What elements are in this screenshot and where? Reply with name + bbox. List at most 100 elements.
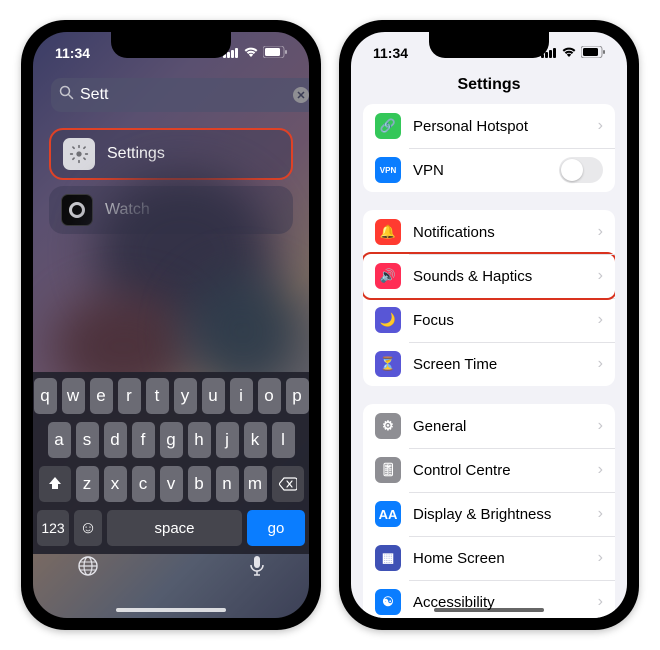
chevron-right-icon: › [598,267,603,285]
chevron-right-icon: › [598,593,603,611]
chevron-right-icon: › [598,117,603,135]
chevron-right-icon: › [598,549,603,567]
space-key[interactable]: space [107,510,242,546]
settings-cell-vpn[interactable]: VPN VPN [363,148,615,192]
settings-group: ⚙General›🎚Control Centre›AADisplay & Bri… [363,404,615,618]
key-v[interactable]: v [160,466,183,502]
key-b[interactable]: b [188,466,211,502]
shift-key[interactable] [39,466,71,502]
key-e[interactable]: e [90,378,113,414]
settings-cell-personal-hotspot[interactable]: 🔗 Personal Hotspot› [363,104,615,148]
search-input[interactable] [80,86,287,104]
chevron-right-icon: › [598,355,603,373]
key-h[interactable]: h [188,422,211,458]
search-icon [59,85,74,105]
notch [429,32,549,58]
numeric-key[interactable]: 123 [37,510,69,546]
key-j[interactable]: j [216,422,239,458]
key-g[interactable]: g [160,422,183,458]
settings-cell-display-brightness[interactable]: AADisplay & Brightness› [363,492,615,536]
settings-app-icon [63,138,95,170]
toggle-switch[interactable] [559,157,603,183]
clear-icon[interactable]: ✕ [293,87,309,103]
key-q[interactable]: q [34,378,57,414]
key-o[interactable]: o [258,378,281,414]
search-result-label: Settings [107,145,165,163]
cell-icon: 🔗 [375,113,401,139]
cell-label: VPN [413,162,559,179]
key-n[interactable]: n [216,466,239,502]
settings-cell-focus[interactable]: 🌙 Focus› [363,298,615,342]
key-p[interactable]: p [286,378,309,414]
search-box[interactable]: ✕ [51,78,309,112]
key-l[interactable]: l [272,422,295,458]
page-title: Settings [351,72,627,104]
key-f[interactable]: f [132,422,155,458]
settings-list[interactable]: 🔗Personal Hotspot›VPNVPN🔔Notifications›🔊… [351,104,627,618]
key-i[interactable]: i [230,378,253,414]
key-z[interactable]: z [76,466,99,502]
cell-icon: AA [375,501,401,527]
cell-label: Home Screen [413,550,598,567]
settings-cell-general[interactable]: ⚙General› [363,404,615,448]
cell-label: Sounds & Haptics [413,268,598,285]
settings-group: 🔗 Personal Hotspot› VPN VPN [363,104,615,192]
key-s[interactable]: s [76,422,99,458]
globe-icon[interactable] [77,555,99,582]
go-key[interactable]: go [247,510,305,546]
key-t[interactable]: t [146,378,169,414]
key-d[interactable]: d [104,422,127,458]
key-a[interactable]: a [48,422,71,458]
status-time: 11:34 [55,45,90,61]
mic-icon[interactable] [249,555,265,582]
cell-icon: 🔊 [375,263,401,289]
key-c[interactable]: c [132,466,155,502]
backspace-key[interactable] [272,466,304,502]
kb-row-3: zxcvbnm [37,466,305,502]
iphone-left: 11:34 [21,20,321,630]
key-u[interactable]: u [202,378,225,414]
battery-icon [263,45,287,61]
key-m[interactable]: m [244,466,267,502]
keyboard: qwertyuiop asdfghjkl zxcvbnm 123 ☺ space… [33,372,309,554]
settings-cell-control-centre[interactable]: 🎚 Control Centre› [363,448,615,492]
watch-app-icon [61,194,93,226]
chevron-right-icon: › [598,223,603,241]
cell-label: General [413,418,598,435]
key-w[interactable]: w [62,378,85,414]
cell-label: Control Centre [413,462,598,479]
screen-left: 11:34 [33,32,309,618]
settings-cell-notifications[interactable]: 🔔 Notifications› [363,210,615,254]
chevron-right-icon: › [598,461,603,479]
home-indicator[interactable] [434,608,544,612]
battery-icon [581,45,605,61]
settings-cell-sounds-haptics[interactable]: 🔊 Sounds & Haptics› [363,252,615,300]
kb-row-2: asdfghjkl [37,422,305,458]
settings-group: 🔔Notifications›🔊Sounds & Haptics›🌙Focus›… [363,210,615,386]
cell-label: Focus [413,312,598,329]
status-time: 11:34 [373,45,408,61]
emoji-key[interactable]: ☺ [74,510,102,546]
key-x[interactable]: x [104,466,127,502]
cell-label: Notifications [413,224,598,241]
home-indicator[interactable] [116,608,226,612]
key-y[interactable]: y [174,378,197,414]
settings-cell-home-screen[interactable]: ▦ Home Screen› [363,536,615,580]
cell-label: Screen Time [413,356,598,373]
key-r[interactable]: r [118,378,141,414]
cell-icon: 🌙 [375,307,401,333]
iphone-right: 11:34 Settings 🔗Personal Hotspot›VPNVPN🔔… [339,20,639,630]
screen-right: 11:34 Settings 🔗Personal Hotspot›VPNVPN🔔… [351,32,627,618]
search-row: ✕ Cancel [33,72,309,122]
chevron-right-icon: › [598,311,603,329]
settings-cell-accessibility[interactable]: ☯Accessibility› [363,580,615,618]
key-k[interactable]: k [244,422,267,458]
cell-label: Personal Hotspot [413,118,598,135]
cell-icon: VPN [375,157,401,183]
settings-cell-screen-time[interactable]: ⏳Screen Time› [363,342,615,386]
cell-icon: 🔔 [375,219,401,245]
cell-icon: ⚙ [375,413,401,439]
cell-icon: ▦ [375,545,401,571]
cell-icon: 🎚 [375,457,401,483]
chevron-right-icon: › [598,505,603,523]
